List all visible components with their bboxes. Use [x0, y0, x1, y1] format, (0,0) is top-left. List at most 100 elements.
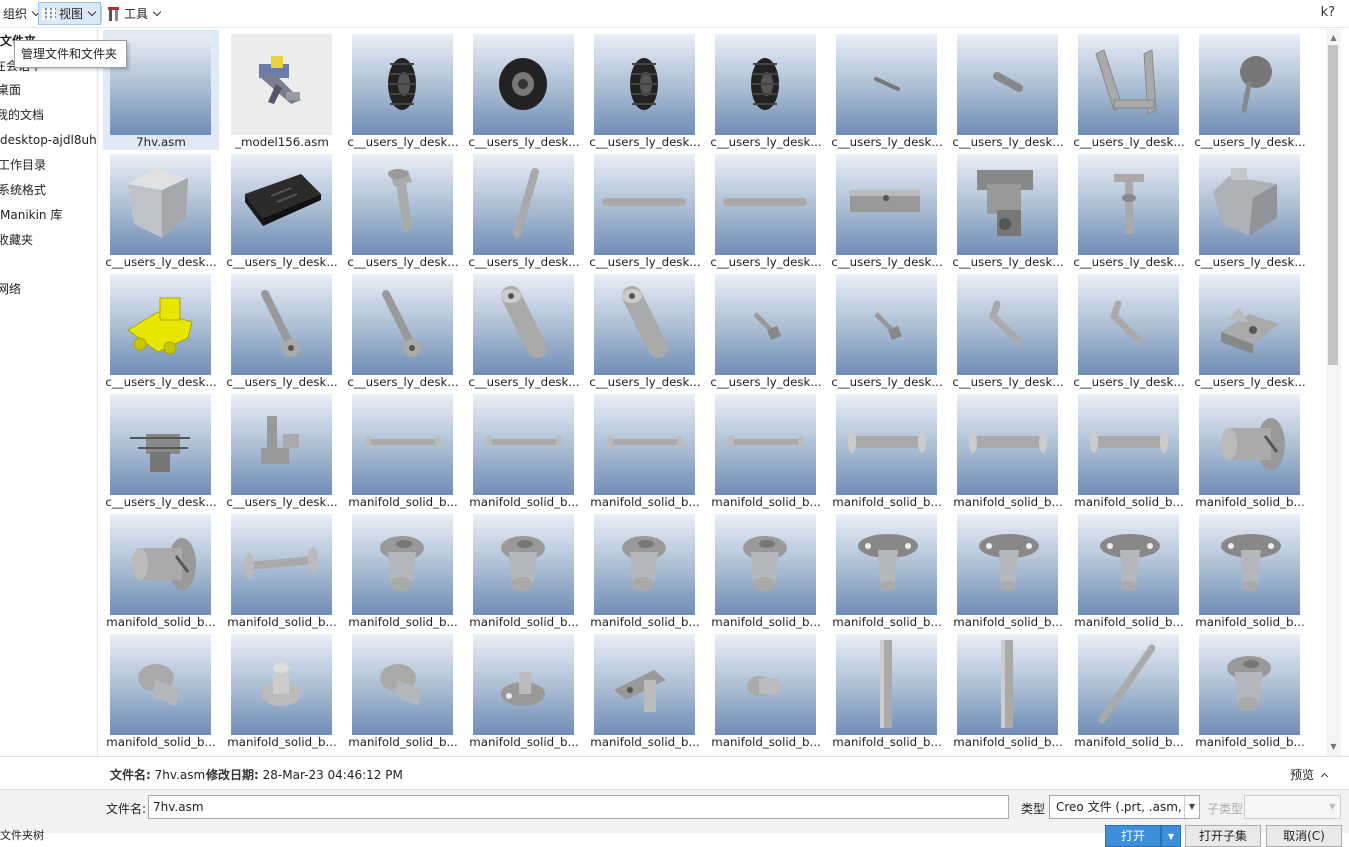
- file-item[interactable]: c__users_ly_desk...: [708, 30, 824, 150]
- flange-pin-icon: [622, 536, 666, 591]
- file-item[interactable]: manifold_solid_b...: [950, 510, 1066, 630]
- file-item[interactable]: manifold_solid_b...: [1192, 510, 1308, 630]
- file-item[interactable]: c__users_ly_desk...: [345, 150, 461, 270]
- file-item[interactable]: manifold_solid_b...: [587, 390, 703, 510]
- file-item[interactable]: c__users_ly_desk...: [829, 270, 945, 390]
- file-item[interactable]: c__users_ly_desk...: [224, 150, 340, 270]
- sidebar-item-working-directory[interactable]: 工作目录: [0, 155, 46, 175]
- file-item[interactable]: c__users_ly_desk...: [950, 30, 1066, 150]
- view-menu[interactable]: 视图: [38, 2, 102, 25]
- file-name-caption: c__users_ly_desk...: [831, 255, 943, 269]
- file-item[interactable]: c__users_ly_desk...: [950, 150, 1066, 270]
- file-item[interactable]: c__users_ly_desk...: [103, 270, 219, 390]
- file-item[interactable]: c__users_ly_desk...: [466, 30, 582, 150]
- link-icon: [261, 290, 300, 357]
- file-item[interactable]: c__users_ly_desk...: [345, 270, 461, 390]
- file-item[interactable]: manifold_solid_b...: [1192, 630, 1308, 750]
- file-item[interactable]: manifold_solid_b...: [103, 510, 219, 630]
- file-thumbnail: [594, 34, 695, 135]
- file-item[interactable]: c__users_ly_desk...: [587, 270, 703, 390]
- file-item[interactable]: manifold_solid_b...: [466, 630, 582, 750]
- file-item[interactable]: manifold_solid_b...: [1071, 510, 1187, 630]
- file-name-caption: manifold_solid_b...: [469, 735, 579, 749]
- file-thumbnail: [836, 154, 937, 255]
- file-item[interactable]: manifold_solid_b...: [1071, 630, 1187, 750]
- file-item[interactable]: c__users_ly_desk...: [829, 150, 945, 270]
- big-screw-icon: [1221, 418, 1285, 470]
- open-options-arrow-icon[interactable]: ▾: [1161, 825, 1181, 847]
- file-item[interactable]: manifold_solid_b...: [950, 390, 1066, 510]
- file-name-label: 文件名:: [106, 802, 147, 816]
- file-item[interactable]: manifold_solid_b...: [829, 390, 945, 510]
- file-item[interactable]: manifold_solid_b...: [466, 510, 582, 630]
- file-item[interactable]: c__users_ly_desk...: [829, 30, 945, 150]
- file-item[interactable]: manifold_solid_b...: [708, 510, 824, 630]
- file-name-caption: c__users_ly_desk...: [347, 255, 459, 269]
- file-thumbnail: [473, 514, 574, 615]
- file-item[interactable]: c__users_ly_desk...: [103, 390, 219, 510]
- file-item[interactable]: c__users_ly_desk...: [345, 30, 461, 150]
- file-item[interactable]: manifold_solid_b...: [224, 510, 340, 630]
- file-item[interactable]: c__users_ly_desk...: [1071, 270, 1187, 390]
- block-icon: [1213, 168, 1277, 236]
- file-item[interactable]: manifold_solid_b...: [587, 510, 703, 630]
- file-item[interactable]: manifold_solid_b...: [950, 630, 1066, 750]
- sidebar-item-manikin-library[interactable]: Manikin 库: [0, 205, 62, 225]
- file-item[interactable]: c__users_ly_desk...: [708, 150, 824, 270]
- file-item[interactable]: c__users_ly_desk...: [224, 270, 340, 390]
- preview-toggle[interactable]: 预览: [1290, 766, 1329, 783]
- file-item[interactable]: manifold_solid_b...: [345, 630, 461, 750]
- file-item[interactable]: manifold_solid_b...: [708, 390, 824, 510]
- file-thumbnail: [957, 394, 1058, 495]
- file-item[interactable]: manifold_solid_b...: [829, 630, 945, 750]
- file-item[interactable]: manifold_solid_b...: [103, 630, 219, 750]
- file-item[interactable]: manifold_solid_b...: [224, 630, 340, 750]
- file-item[interactable]: manifold_solid_b...: [829, 510, 945, 630]
- file-name-input[interactable]: 7hv.asm: [148, 795, 1009, 819]
- file-item[interactable]: c__users_ly_desk...: [950, 270, 1066, 390]
- file-item[interactable]: manifold_solid_b...: [466, 390, 582, 510]
- open-button[interactable]: 打开: [1105, 825, 1161, 847]
- whats-this-help-icon[interactable]: k?: [1321, 5, 1335, 20]
- file-item[interactable]: c__users_ly_desk...: [224, 390, 340, 510]
- file-item[interactable]: manifold_solid_b...: [587, 630, 703, 750]
- vertical-scrollbar[interactable]: ▲ ▼: [1326, 29, 1341, 756]
- file-item[interactable]: c__users_ly_desk...: [466, 270, 582, 390]
- file-item[interactable]: c__users_ly_desk...: [1071, 30, 1187, 150]
- dropdown-arrow-icon: ▼: [1329, 802, 1336, 811]
- sidebar-item-desktop-host[interactable]: desktop-ajdl8uh: [0, 130, 97, 150]
- cancel-button[interactable]: 取消(C): [1266, 825, 1342, 847]
- sidebar-item-my-documents[interactable]: 我的文档: [0, 105, 44, 125]
- file-item[interactable]: c__users_ly_desk...: [1192, 270, 1308, 390]
- file-item[interactable]: manifold_solid_b...: [1071, 390, 1187, 510]
- open-subset-button[interactable]: 打开子集: [1185, 825, 1261, 847]
- file-item[interactable]: c__users_ly_desk...: [1192, 150, 1308, 270]
- sidebar-item-system-formats[interactable]: 系统格式: [0, 180, 46, 200]
- file-name-caption: manifold_solid_b...: [348, 735, 458, 749]
- file-item[interactable]: c__users_ly_desk...: [708, 270, 824, 390]
- scroll-down-arrow-icon[interactable]: ▼: [1326, 740, 1341, 754]
- file-type-select[interactable]: Creo 文件 (.prt, .asm, ▼: [1049, 795, 1200, 819]
- file-item[interactable]: manifold_solid_b...: [1192, 390, 1308, 510]
- file-item[interactable]: manifold_solid_b...: [708, 630, 824, 750]
- sidebar-item-network[interactable]: 网络: [0, 279, 21, 299]
- dropdown-arrow-icon[interactable]: ▼: [1184, 796, 1199, 818]
- file-item[interactable]: c__users_ly_desk...: [587, 30, 703, 150]
- toolbar: 组织 视图 工具 k?: [0, 0, 1349, 28]
- sidebar-item-desktop[interactable]: 桌面: [0, 80, 21, 100]
- file-item[interactable]: manifold_solid_b...: [345, 390, 461, 510]
- file-item[interactable]: _model156.asm: [224, 30, 340, 150]
- file-item[interactable]: c__users_ly_desk...: [103, 150, 219, 270]
- sidebar-item-favorites[interactable]: 收藏夹: [0, 230, 33, 250]
- folder-tree-footer-label[interactable]: 文件夹树: [0, 827, 44, 843]
- scroll-up-arrow-icon[interactable]: ▲: [1326, 31, 1341, 45]
- file-item[interactable]: c__users_ly_desk...: [1192, 30, 1308, 150]
- tire-icon: [630, 58, 658, 110]
- file-item[interactable]: c__users_ly_desk...: [1071, 150, 1187, 270]
- file-name-caption: c__users_ly_desk...: [226, 375, 338, 389]
- file-item[interactable]: c__users_ly_desk...: [587, 150, 703, 270]
- file-item[interactable]: manifold_solid_b...: [345, 510, 461, 630]
- file-item[interactable]: c__users_ly_desk...: [466, 150, 582, 270]
- tools-menu[interactable]: 工具: [104, 2, 165, 25]
- scroll-thumb[interactable]: [1328, 45, 1338, 365]
